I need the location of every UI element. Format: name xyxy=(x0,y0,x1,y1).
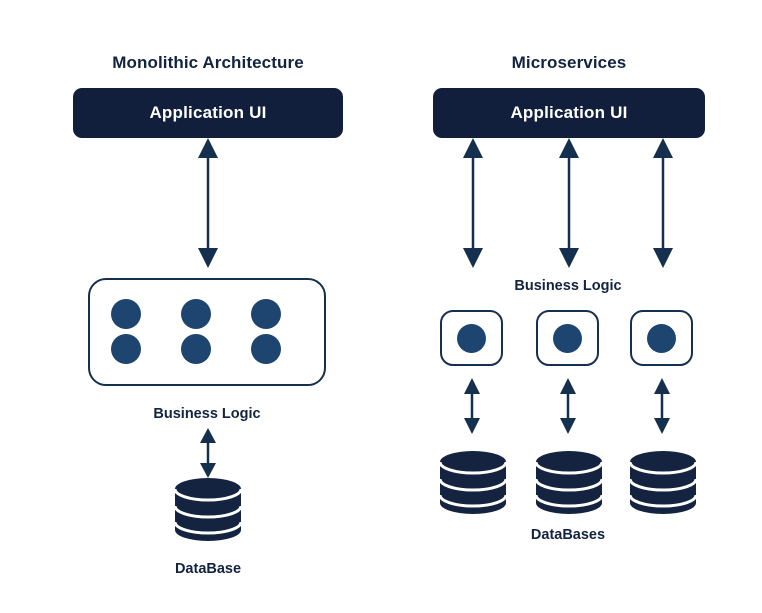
monolith-module-6 xyxy=(251,334,281,364)
microservices-title: Microservices xyxy=(511,53,627,72)
monolith-logic-db-arrow xyxy=(200,428,216,478)
microservice-dot-3 xyxy=(647,323,676,353)
monolith-title: Monolithic Architecture xyxy=(112,53,304,72)
microservices-ui-service-arrow-2 xyxy=(559,138,579,268)
microservice-db-arrow-2 xyxy=(560,378,576,434)
monolith-database-label: DataBase xyxy=(174,561,242,577)
microservices-application-ui-box: Application UI xyxy=(433,88,705,138)
monolith-application-ui-box: Application UI xyxy=(73,88,343,138)
microservices-database-icon-3 xyxy=(628,451,698,514)
monolith-module-2 xyxy=(181,299,211,329)
monolith-business-logic-label: Business Logic xyxy=(153,406,261,422)
microservice-dot-1 xyxy=(457,323,486,353)
monolith-module-3 xyxy=(251,299,281,329)
microservices-database-icon-2 xyxy=(534,451,604,514)
diagram-canvas: Monolithic Architecture Application UI B… xyxy=(0,0,762,613)
microservice-box-1 xyxy=(440,310,503,366)
microservices-ui-service-arrow-1 xyxy=(463,138,483,268)
microservices-database-icon-1 xyxy=(438,451,508,514)
monolith-database-icon xyxy=(173,478,243,541)
monolith-module-5 xyxy=(181,334,211,364)
microservices-database-label: DataBases xyxy=(530,527,606,543)
monolith-module-4 xyxy=(111,334,141,364)
monolith-business-logic-container xyxy=(88,278,326,386)
microservice-box-2 xyxy=(536,310,599,366)
microservices-business-logic-label: Business Logic xyxy=(514,278,622,294)
microservice-db-arrow-1 xyxy=(464,378,480,434)
microservices-application-ui-label: Application UI xyxy=(510,103,628,122)
microservice-db-arrow-3 xyxy=(654,378,670,434)
microservice-box-3 xyxy=(630,310,693,366)
monolith-ui-logic-arrow xyxy=(198,138,218,268)
microservice-dot-2 xyxy=(553,323,582,353)
monolith-module-1 xyxy=(111,299,141,329)
monolith-application-ui-label: Application UI xyxy=(149,103,267,122)
microservices-ui-service-arrow-3 xyxy=(653,138,673,268)
